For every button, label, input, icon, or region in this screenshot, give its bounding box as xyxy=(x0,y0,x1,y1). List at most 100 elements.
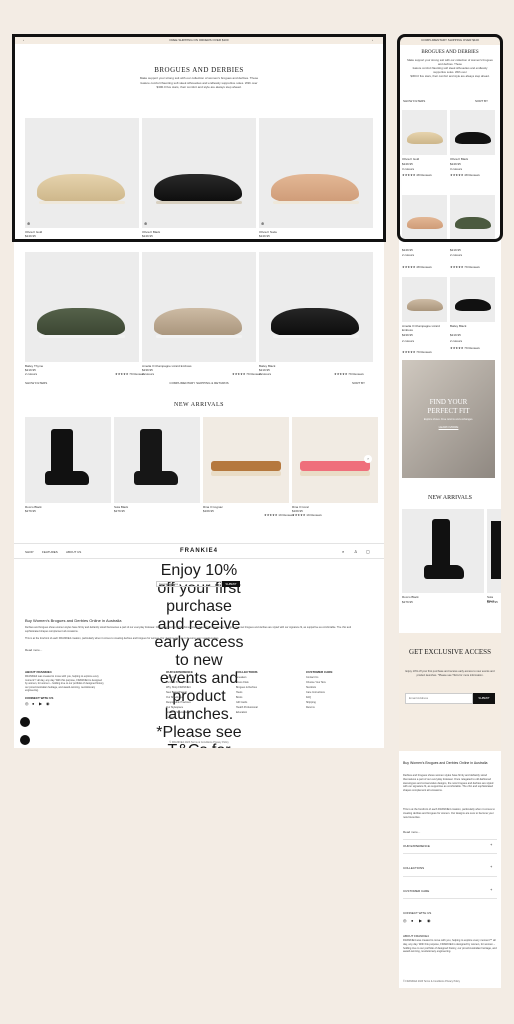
chat-icon[interactable] xyxy=(20,717,30,727)
footer-link[interactable]: Shipping xyxy=(306,701,316,706)
footer-link[interactable]: Health Professional xyxy=(236,706,258,711)
product-reviews: ★★★★★ 79 Reviews xyxy=(115,372,145,376)
plus-icon[interactable]: + xyxy=(490,865,492,869)
arrival-reviews: ★★★★★ 19 Reviews xyxy=(292,513,322,517)
facebook-icon[interactable]: ● xyxy=(32,702,34,706)
sort-by-button[interactable]: SORT BY xyxy=(352,381,365,385)
youtube-icon[interactable]: ▶ xyxy=(419,919,422,923)
arrival-image-sola[interactable] xyxy=(114,417,200,503)
mobile-read-more[interactable]: Read more... xyxy=(403,830,420,835)
banner-title-2: PERFECT FIT xyxy=(427,407,470,415)
footer-link[interactable]: Care Instructions xyxy=(306,691,325,696)
footer-link[interactable]: Careers xyxy=(166,716,175,721)
instagram-icon[interactable]: ◎ xyxy=(25,702,29,706)
search-icon[interactable]: ⌕ xyxy=(342,550,344,554)
divider xyxy=(403,853,497,854)
footer-link[interactable]: Contact Us xyxy=(306,676,318,681)
footer-link[interactable]: New Brand Pass™ xyxy=(166,691,187,696)
submit-button[interactable]: SUBMIT xyxy=(222,581,240,587)
footer-link[interactable]: Sneakers xyxy=(236,676,247,681)
read-more-link[interactable]: Read more... xyxy=(25,648,42,653)
mobile-arrival-price: $279.95 xyxy=(487,600,498,604)
copyright: © FRANKIE4 2023 Terms & Conditions Priva… xyxy=(169,741,229,744)
mobile-connect-title: CONNECT WITH US xyxy=(403,911,432,915)
mobile-product-image[interactable] xyxy=(402,277,447,322)
phone-viewport-frame xyxy=(397,34,503,242)
accordion-experience[interactable]: OUR EXPERIENCE xyxy=(403,844,430,848)
footer-link[interactable]: Stockists xyxy=(306,686,316,691)
footer-col1-title: OUR EXPERIENCE xyxy=(166,670,193,674)
footer-link[interactable]: Impact & Stewardship xyxy=(166,711,190,716)
footer-link[interactable]: Our Stylefinder xyxy=(166,696,183,701)
plus-icon[interactable]: + xyxy=(490,888,492,892)
seo-paragraph-2: This is at the forefront of each FRANKIE… xyxy=(25,637,220,640)
footer-link[interactable]: Dress Flats xyxy=(236,681,249,686)
mobile-product-name[interactable]: Amelia II Champagne Lizard Emboss xyxy=(402,324,447,332)
arrival-image-rina-cognac[interactable] xyxy=(203,417,289,503)
arrival-price: $169.95 xyxy=(203,509,214,513)
arrival-image-rocco[interactable] xyxy=(25,417,111,503)
mobile-arrival-image[interactable] xyxy=(402,509,484,593)
seo-paragraph-1: Derbies and brogues shoes women styles h… xyxy=(25,626,352,633)
account-icon[interactable]: ♙ xyxy=(354,550,358,554)
product-colours: 2 colours xyxy=(259,372,272,376)
arrival-price: $279.95 xyxy=(25,509,36,513)
footer-about-title: ABOUT FRANKIE4 xyxy=(25,670,52,674)
footer-link[interactable]: FAQ xyxy=(306,696,311,701)
footer-link[interactable]: Gift Cards xyxy=(236,701,247,706)
accordion-customer-care[interactable]: CUSTOMER CARE xyxy=(403,889,429,893)
footer-link[interactable]: Returns xyxy=(306,706,315,711)
footer-link[interactable]: Brogues & Derbies xyxy=(236,686,257,691)
carousel-next-icon[interactable]: › xyxy=(364,455,372,463)
youtube-icon[interactable]: ▶ xyxy=(39,702,42,706)
footer-link[interactable]: About Us xyxy=(166,676,176,681)
pinterest-icon[interactable]: ◉ xyxy=(427,919,431,923)
footer-link[interactable]: Education xyxy=(236,711,247,716)
mobile-arrival-name[interactable]: Rocco Black xyxy=(402,595,419,599)
footer-link[interactable]: Our Stylespace xyxy=(166,706,183,711)
find-fit-banner[interactable]: FIND YOUR PERFECT FIT Explore shoes. Fre… xyxy=(402,360,495,478)
product-colours: 2 colours xyxy=(25,372,38,376)
product-image-bailey-thyme[interactable] xyxy=(25,252,139,362)
accordion-collections[interactable]: COLLECTIONS xyxy=(403,866,424,870)
footer-link[interactable]: Boots xyxy=(236,696,242,701)
footer-link[interactable]: Responsible Practices xyxy=(166,701,191,706)
footer-link[interactable]: Why Shop FRANKIE4 xyxy=(166,686,190,691)
mobile-about-title: ABOUT FRANKIE4 xyxy=(403,934,429,938)
mobile-arrival-price: $279.95 xyxy=(402,600,413,604)
banner-title-1: FIND YOUR xyxy=(429,398,468,406)
product-image-amelia-champagne[interactable] xyxy=(142,252,256,362)
divider xyxy=(403,876,497,877)
logo[interactable]: FRANKIE4 xyxy=(14,548,384,554)
new-arrivals-title: NEW ARRIVALS xyxy=(174,402,224,408)
mobile-product-colours: 2 colours xyxy=(402,339,415,343)
mobile-email-input[interactable]: Email Address xyxy=(405,693,473,704)
seo-title: Buy Women's Brogues and Derbies Online i… xyxy=(25,618,122,623)
footer-link[interactable]: Heels xyxy=(236,691,242,696)
mobile-submit-button[interactable]: SUBMIT xyxy=(473,693,495,704)
product-image-bailey-black[interactable] xyxy=(259,252,373,362)
mobile-signup: GET EXCLUSIVE ACCESS Enjoy 10% off your … xyxy=(399,633,501,751)
banner-subtitle: Explore shoes. Free returns and exchange… xyxy=(423,418,474,421)
mobile-new-arrivals-title: NEW ARRIVALS xyxy=(428,495,472,501)
footer-link[interactable]: Choose Your Size xyxy=(306,681,326,686)
footer-col3-title: CUSTOMER CARE xyxy=(306,670,333,674)
mobile-arrival-image-peek[interactable] xyxy=(487,509,501,593)
facebook-icon[interactable]: ● xyxy=(411,919,413,923)
arrival-price: $279.95 xyxy=(114,509,125,513)
mobile-product-name[interactable]: Bailey Black xyxy=(450,324,466,328)
viewport-frame xyxy=(12,34,386,242)
footer-link[interactable]: Certified B Corp Product xyxy=(166,681,193,686)
plus-icon[interactable]: + xyxy=(490,843,492,847)
pinterest-icon[interactable]: ◉ xyxy=(46,702,50,706)
email-input[interactable]: Email Address xyxy=(156,581,222,587)
mobile-product-reviews: ★★★★★ 79 Reviews xyxy=(450,265,480,269)
bag-icon[interactable]: ▢ xyxy=(366,550,370,554)
mobile-product-image[interactable] xyxy=(450,277,495,322)
mobile-product-reviews: ★★★★★ 48 Reviews xyxy=(402,265,432,269)
banner-cta[interactable]: LEARN MORE xyxy=(402,425,495,429)
arrival-reviews: ★★★★★ 19 Reviews xyxy=(264,513,294,517)
mobile-copyright: © FRANKIE4 2023 Terms & Conditions Priva… xyxy=(403,980,460,983)
product-reviews: ★★★★★ 79 Reviews xyxy=(334,372,364,376)
instagram-icon[interactable]: ◎ xyxy=(403,919,407,923)
